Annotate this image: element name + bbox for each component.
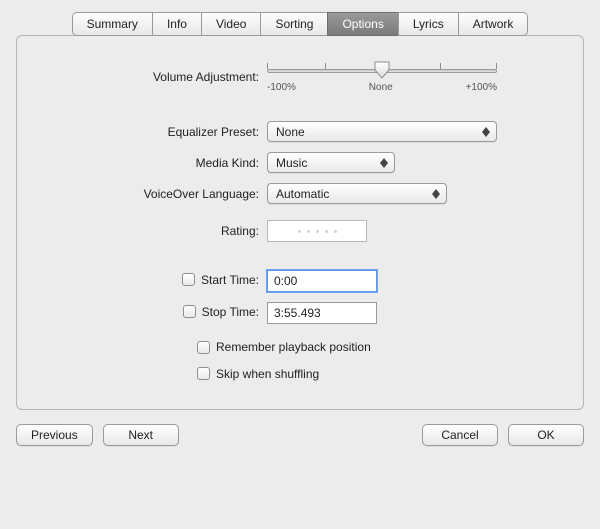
volume-slider-thumb[interactable] <box>374 61 390 79</box>
start-time-input[interactable]: 0:00 <box>267 270 377 292</box>
options-panel: Volume Adjustment: <box>16 35 584 410</box>
volume-mid-label: None <box>369 82 393 93</box>
stop-time-checkbox[interactable] <box>183 305 196 318</box>
tab-info[interactable]: Info <box>152 12 202 36</box>
stop-time-value: 3:55.493 <box>274 306 321 320</box>
media-kind-label: Media Kind: <box>51 156 267 170</box>
ok-button[interactable]: OK <box>508 424 584 446</box>
voiceover-label: VoiceOver Language: <box>51 187 267 201</box>
skip-when-shuffling-label: Skip when shuffling <box>216 367 319 381</box>
stop-time-label: Stop Time: <box>202 305 259 319</box>
rating-field[interactable] <box>267 220 367 242</box>
volume-slider[interactable]: -100% None +100% <box>267 60 497 93</box>
previous-button[interactable]: Previous <box>16 424 93 446</box>
rating-label: Rating: <box>51 224 267 238</box>
updown-arrows-icon <box>480 127 492 137</box>
equalizer-label: Equalizer Preset: <box>51 125 267 139</box>
voiceover-language-select[interactable]: Automatic <box>267 183 447 204</box>
start-time-checkbox[interactable] <box>182 273 195 286</box>
start-time-value: 0:00 <box>274 274 297 288</box>
volume-label: Volume Adjustment: <box>51 70 267 84</box>
button-bar: Previous Next Cancel OK <box>16 424 584 446</box>
equalizer-preset-value: None <box>276 125 305 139</box>
updown-arrows-icon <box>430 189 442 199</box>
volume-row: Volume Adjustment: <box>51 60 549 93</box>
remember-playback-label: Remember playback position <box>216 340 371 354</box>
tab-artwork[interactable]: Artwork <box>458 12 529 36</box>
tab-options[interactable]: Options <box>327 12 398 36</box>
start-time-label: Start Time: <box>201 273 259 287</box>
cancel-button[interactable]: Cancel <box>422 424 498 446</box>
tab-video[interactable]: Video <box>201 12 261 36</box>
equalizer-preset-select[interactable]: None <box>267 121 497 142</box>
volume-max-label: +100% <box>466 82 497 93</box>
tab-bar: Summary Info Video Sorting Options Lyric… <box>16 12 584 36</box>
options-window: Summary Info Video Sorting Options Lyric… <box>0 0 600 460</box>
skip-when-shuffling-checkbox[interactable] <box>197 367 210 380</box>
media-kind-value: Music <box>276 156 307 170</box>
voiceover-language-value: Automatic <box>276 187 329 201</box>
media-kind-select[interactable]: Music <box>267 152 395 173</box>
volume-min-label: -100% <box>267 82 296 93</box>
tab-summary[interactable]: Summary <box>72 12 153 36</box>
tab-lyrics[interactable]: Lyrics <box>398 12 459 36</box>
remember-playback-checkbox[interactable] <box>197 341 210 354</box>
stop-time-input[interactable]: 3:55.493 <box>267 302 377 324</box>
tab-sorting[interactable]: Sorting <box>260 12 328 36</box>
updown-arrows-icon <box>378 158 390 168</box>
next-button[interactable]: Next <box>103 424 179 446</box>
